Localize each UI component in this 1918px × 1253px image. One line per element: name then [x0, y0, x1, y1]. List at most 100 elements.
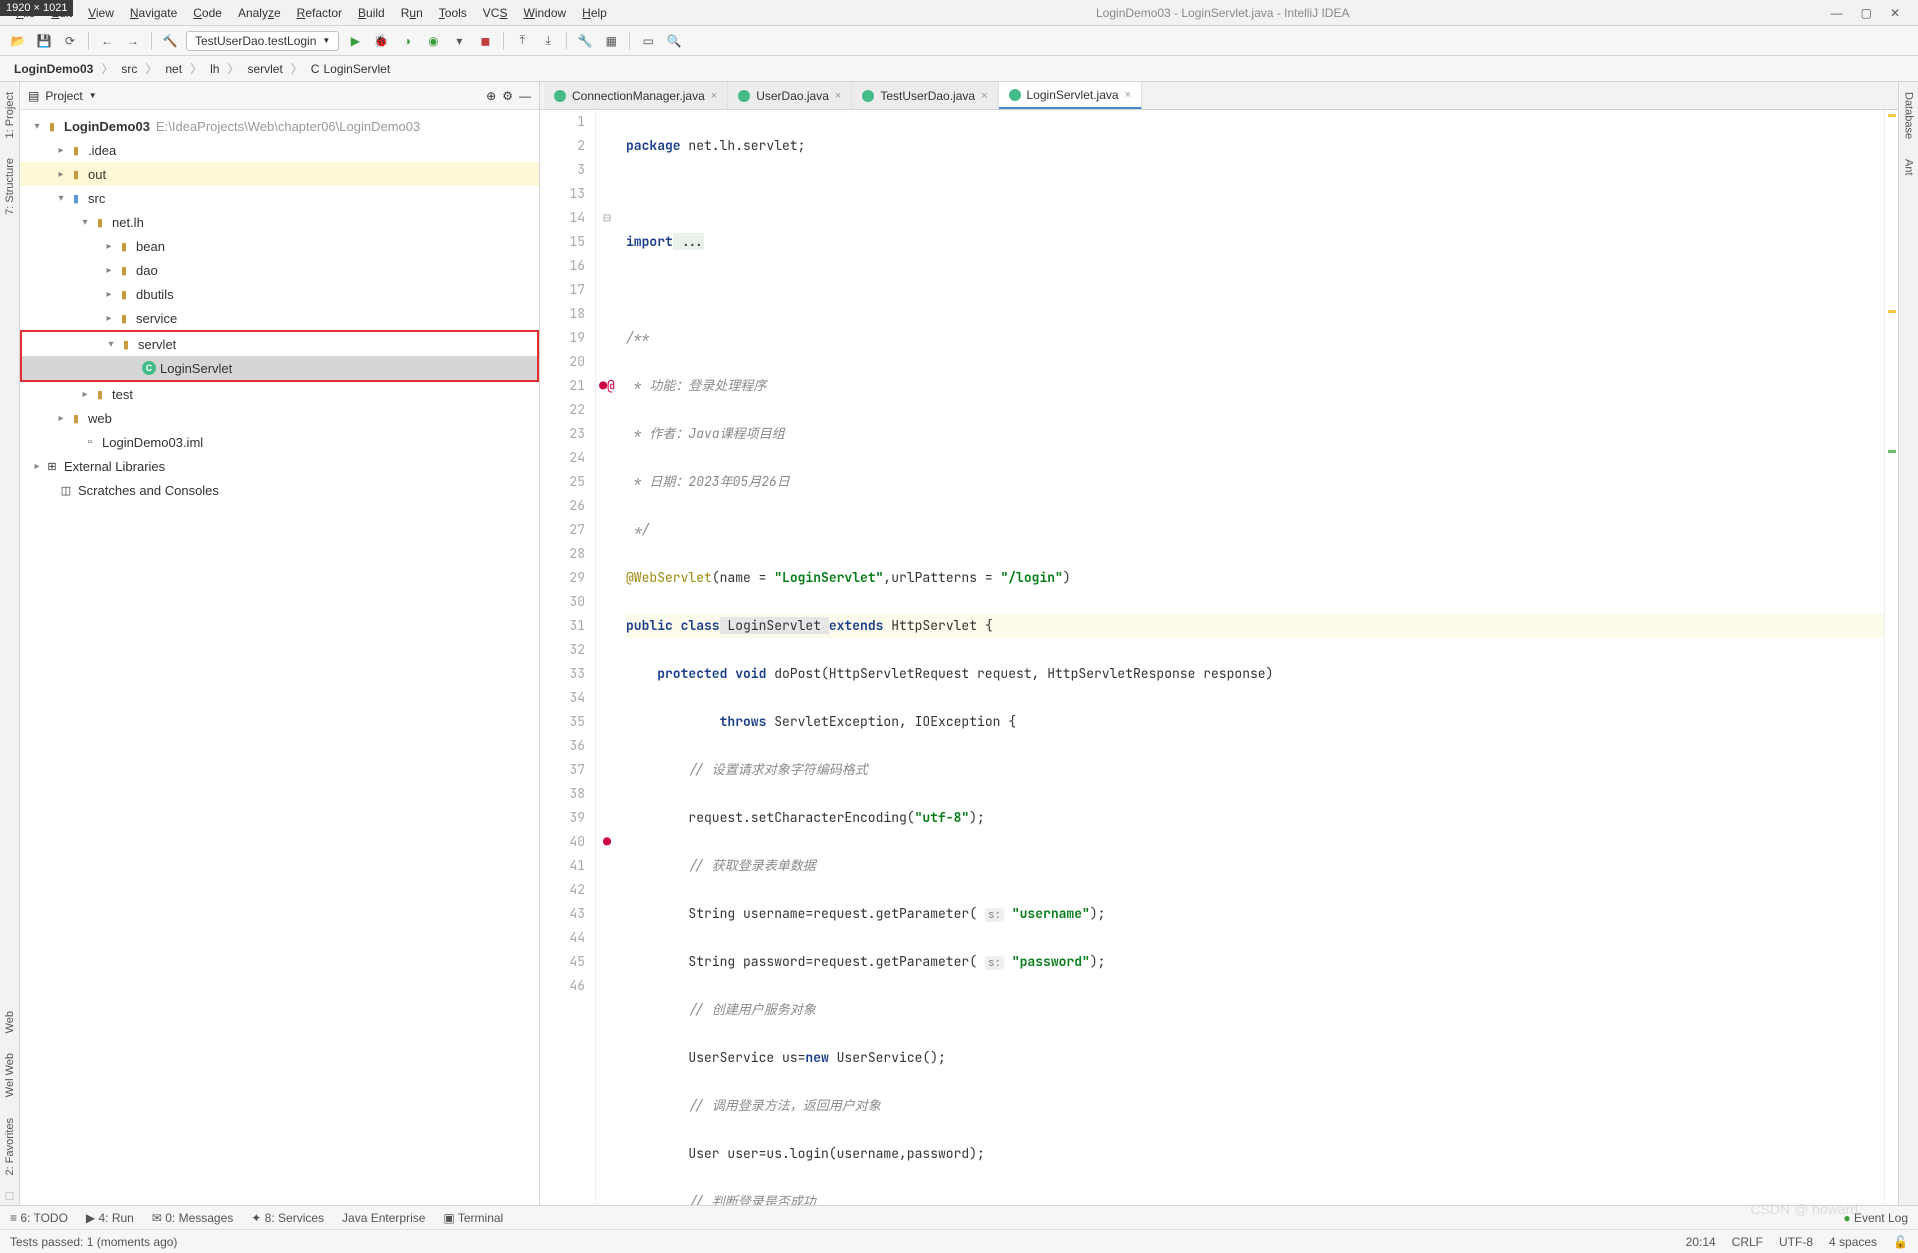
attach-icon[interactable]: ▾ — [449, 31, 469, 51]
left-tab-web[interactable]: Web — [2, 1001, 18, 1043]
menu-view[interactable]: View — [80, 6, 122, 20]
search-icon[interactable]: 🔍 — [664, 31, 684, 51]
left-tab-favorites[interactable]: 2: Favorites — [2, 1108, 18, 1185]
menu-navigate[interactable]: Navigate — [122, 6, 185, 20]
menu-analyze[interactable]: Analyze — [230, 6, 289, 20]
tree-loginservlet[interactable]: CLoginServlet — [22, 356, 537, 380]
back-icon[interactable]: ← — [97, 31, 117, 51]
menu-vcs[interactable]: VCS — [475, 6, 516, 20]
tree-scratches[interactable]: ◫Scratches and Consoles — [20, 478, 539, 502]
left-tab-welweb[interactable]: Wel Web — [2, 1043, 18, 1107]
run-config-selector[interactable]: TestUserDao.testLogin ▼ — [186, 31, 339, 51]
warning-marker[interactable] — [1888, 310, 1896, 313]
coverage-icon[interactable]: ◑ — [397, 31, 417, 51]
tree-src[interactable]: ▾▮src — [20, 186, 539, 210]
tree-service[interactable]: ▸▮service — [20, 306, 539, 330]
tree-bean[interactable]: ▸▮bean — [20, 234, 539, 258]
breadcrumb-class[interactable]: CLoginServlet — [307, 62, 394, 76]
breadcrumb-root[interactable]: LoginDemo03 — [10, 62, 97, 76]
breadcrumb-net[interactable]: net — [161, 62, 186, 76]
breadcrumb-servlet[interactable]: servlet — [243, 62, 286, 76]
structure-icon[interactable]: ▦ — [601, 31, 621, 51]
profile-icon[interactable]: ◉ — [423, 31, 443, 51]
minimize-icon[interactable]: ― — [1831, 6, 1843, 20]
fold-icon[interactable]: ⊟ — [596, 206, 618, 230]
editor-tabs: ConnectionManager.java× UserDao.java× Te… — [540, 82, 1898, 110]
project-tree[interactable]: ▾▮LoginDemo03E:\IdeaProjects\Web\chapter… — [20, 110, 539, 1205]
breadcrumb-lh[interactable]: lh — [206, 62, 223, 76]
locate-icon[interactable]: ⊕ — [486, 89, 496, 103]
error-stripe[interactable] — [1884, 110, 1898, 1205]
left-tab-structure[interactable]: 7: Structure — [2, 148, 18, 225]
tool-services[interactable]: ✦ 8: Services — [251, 1211, 324, 1225]
stop-icon[interactable]: ◼ — [475, 31, 495, 51]
tool-javaee[interactable]: Java Enterprise — [342, 1211, 425, 1225]
status-caret-pos[interactable]: 20:14 — [1686, 1235, 1716, 1249]
tool-todo[interactable]: ≡ 6: TODO — [10, 1211, 68, 1225]
menu-tools[interactable]: Tools — [431, 6, 475, 20]
tree-root[interactable]: ▾▮LoginDemo03E:\IdeaProjects\Web\chapter… — [20, 114, 539, 138]
menu-window[interactable]: Window — [515, 6, 574, 20]
update-icon[interactable]: ⤒ — [512, 31, 532, 51]
close-icon[interactable]: × — [711, 90, 717, 102]
tree-test[interactable]: ▸▮test — [20, 382, 539, 406]
tree-dao[interactable]: ▸▮dao — [20, 258, 539, 282]
breadcrumb-src[interactable]: src — [117, 62, 141, 76]
right-tab-database[interactable]: Database — [1901, 82, 1917, 149]
save-icon[interactable]: 💾 — [34, 31, 54, 51]
code-editor[interactable]: 1 2 3 13 14 15 16 17 18 19 20 21 22 23 2… — [540, 110, 1898, 1205]
project-panel-title: Project — [45, 89, 82, 103]
close-icon[interactable]: × — [1125, 89, 1131, 101]
warning-marker[interactable] — [1888, 114, 1896, 117]
close-icon[interactable]: ✕ — [1890, 6, 1900, 20]
tab-testuserdao[interactable]: TestUserDao.java× — [852, 82, 998, 109]
menu-code[interactable]: Code — [185, 6, 230, 20]
tool-messages[interactable]: ✉ 0: Messages — [152, 1211, 233, 1225]
tree-iml[interactable]: ▫LoginDemo03.iml — [20, 430, 539, 454]
tree-idea[interactable]: ▸▮.idea — [20, 138, 539, 162]
tab-loginservlet[interactable]: LoginServlet.java× — [999, 82, 1143, 109]
close-icon[interactable]: × — [835, 90, 841, 102]
right-tab-ant[interactable]: Ant — [1901, 149, 1917, 186]
tool-terminal[interactable]: ▣ Terminal — [443, 1211, 503, 1225]
tab-connectionmanager[interactable]: ConnectionManager.java× — [544, 82, 728, 109]
override-icon[interactable]: ● — [596, 830, 618, 854]
refresh-icon[interactable]: ⟳ — [60, 31, 80, 51]
window-title: LoginDemo03 - LoginServlet.java - Intell… — [1096, 6, 1349, 20]
quick-access-icon[interactable]: ◻ — [5, 1185, 15, 1205]
tree-servlet[interactable]: ▾▮servlet — [22, 332, 537, 356]
status-indent[interactable]: 4 spaces — [1829, 1235, 1877, 1249]
tool-run[interactable]: ▶ 4: Run — [86, 1211, 134, 1225]
tree-out[interactable]: ▸▮out — [20, 162, 539, 186]
chevron-down-icon[interactable]: ▼ — [89, 91, 97, 100]
maximize-icon[interactable]: ▢ — [1861, 6, 1872, 20]
status-line-ending[interactable]: CRLF — [1732, 1235, 1763, 1249]
code-content[interactable]: package net.lh.servlet; import ... /** *… — [618, 110, 1884, 1205]
open-icon[interactable]: 📂 — [8, 31, 28, 51]
ok-marker[interactable] — [1888, 450, 1896, 453]
tree-dbutils[interactable]: ▸▮dbutils — [20, 282, 539, 306]
menu-help[interactable]: Help — [574, 6, 615, 20]
build-icon[interactable]: 🔨 — [160, 31, 180, 51]
forward-icon[interactable]: → — [123, 31, 143, 51]
commit-icon[interactable]: ⤓ — [538, 31, 558, 51]
override-icon[interactable]: ●@ — [596, 374, 618, 398]
debug-icon[interactable]: 🐞 — [371, 31, 391, 51]
menu-run[interactable]: Run — [393, 6, 431, 20]
menu-refactor[interactable]: Refactor — [289, 6, 350, 20]
tool-eventlog[interactable]: ● Event Log — [1843, 1211, 1908, 1225]
tree-external-libs[interactable]: ▸⊞External Libraries — [20, 454, 539, 478]
avatar-icon[interactable]: ▭ — [638, 31, 658, 51]
collapse-icon[interactable]: ― — [519, 89, 531, 103]
tab-userdao[interactable]: UserDao.java× — [728, 82, 852, 109]
expand-icon[interactable]: ⚙ — [502, 89, 513, 103]
tree-netlh[interactable]: ▾▮net.lh — [20, 210, 539, 234]
settings-icon[interactable]: 🔧 — [575, 31, 595, 51]
run-icon[interactable]: ▶ — [345, 31, 365, 51]
status-lock-icon[interactable]: 🔓 — [1893, 1235, 1908, 1249]
close-icon[interactable]: × — [981, 90, 987, 102]
left-tab-project[interactable]: 1: Project — [2, 82, 18, 148]
menu-build[interactable]: Build — [350, 6, 393, 20]
status-encoding[interactable]: UTF-8 — [1779, 1235, 1813, 1249]
tree-web[interactable]: ▸▮web — [20, 406, 539, 430]
